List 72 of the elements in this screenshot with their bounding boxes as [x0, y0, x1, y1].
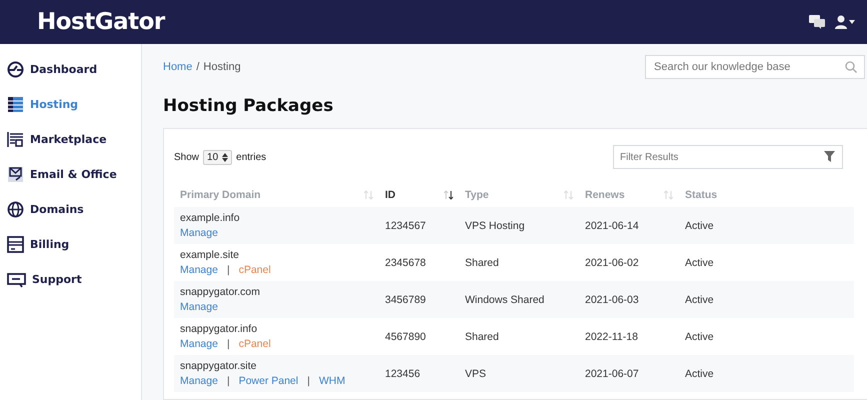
- sidebar-item[interactable]: Support: [0, 262, 141, 297]
- table-cell: 4567890: [379, 318, 459, 355]
- sidebar-item[interactable]: Hosting: [0, 87, 141, 122]
- row-link[interactable]: cPanel: [238, 338, 271, 350]
- table-cell: 2021-06-14: [579, 207, 679, 244]
- table-cell: 3456789: [379, 281, 459, 318]
- row-link[interactable]: Manage: [180, 375, 218, 387]
- table-cell: 1234567: [379, 207, 459, 244]
- domain-name: snappygator.info: [180, 323, 258, 335]
- row-link[interactable]: Manage: [180, 264, 218, 276]
- breadcrumb-separator: /: [196, 61, 200, 73]
- table-cell: Shared: [459, 318, 579, 355]
- table-cell: 2021-06-07: [579, 355, 679, 392]
- column-header[interactable]: Primary Domain: [180, 189, 261, 201]
- domain-name: snappygator.com: [180, 286, 261, 298]
- row-link[interactable]: cPanel: [238, 264, 271, 276]
- link-separator: |: [226, 375, 230, 387]
- link-separator: |: [226, 338, 230, 350]
- table-cell: VPS: [459, 355, 579, 392]
- bill-icon: [7, 236, 24, 253]
- stepper-arrows-icon[interactable]: [222, 152, 228, 162]
- breadcrumb-link[interactable]: Home: [163, 61, 192, 73]
- link-separator: |: [307, 375, 310, 387]
- sort-icon[interactable]: [444, 190, 453, 200]
- sidebar-item[interactable]: Email & Office: [0, 157, 141, 192]
- entries-label: entries: [236, 152, 266, 162]
- table-cell: Active: [679, 355, 854, 392]
- table-cell: 2022-11-18: [579, 318, 679, 355]
- envelope-icon: [7, 166, 24, 183]
- column-header[interactable]: Type: [465, 189, 489, 201]
- user-icon[interactable]: [835, 15, 855, 29]
- domain-name: example.info: [180, 212, 241, 224]
- logo[interactable]: HostGator: [37, 9, 165, 35]
- chat-icon[interactable]: [809, 15, 825, 29]
- domain-name: example.site: [180, 249, 240, 261]
- row-link[interactable]: WHM: [318, 375, 346, 387]
- table-cell: 2021-06-02: [579, 244, 679, 281]
- search-field[interactable]: Search our knowledge base: [645, 55, 865, 79]
- gauge-icon: [7, 61, 24, 78]
- table-cell: VPS Hosting: [459, 207, 579, 244]
- row-link[interactable]: Manage: [180, 301, 218, 313]
- link-separator: |: [226, 264, 230, 276]
- domain-name: snappygator.site: [180, 360, 258, 372]
- globe-icon: [7, 201, 24, 218]
- table-cell: Active: [679, 318, 854, 355]
- storefront-icon: [7, 131, 24, 148]
- chat-icon: [7, 271, 26, 288]
- row-link[interactable]: Power Panel: [238, 375, 298, 387]
- show-label: Show: [174, 152, 200, 162]
- row-link[interactable]: Manage: [180, 338, 218, 350]
- table-cell: Active: [679, 207, 854, 244]
- page-size-select[interactable]: 10: [203, 150, 232, 164]
- column-header[interactable]: Status: [685, 189, 718, 201]
- filter-field[interactable]: Filter Results: [613, 145, 843, 169]
- page-title: Hosting Packages: [163, 96, 334, 116]
- sidebar-item[interactable]: Dashboard: [0, 52, 141, 87]
- column-header[interactable]: Renews: [585, 189, 625, 201]
- table-cell: Active: [679, 281, 854, 318]
- server-icon: [7, 96, 24, 113]
- sidebar-item[interactable]: Billing: [0, 227, 141, 262]
- filter-icon[interactable]: [824, 151, 835, 162]
- row-link[interactable]: Manage: [180, 227, 218, 239]
- table-cell: Windows Shared: [459, 281, 579, 318]
- sidebar-item[interactable]: Domains: [0, 192, 141, 227]
- table-cell: Shared: [459, 244, 579, 281]
- table-cell: 2021-06-03: [579, 281, 679, 318]
- table-cell: 2345678: [379, 244, 459, 281]
- sidebar-item[interactable]: Marketplace: [0, 122, 141, 157]
- table-cell: 123456: [379, 355, 459, 392]
- breadcrumb-current: Hosting: [203, 61, 241, 73]
- table-cell: Active: [679, 244, 854, 281]
- column-header[interactable]: ID: [385, 189, 396, 201]
